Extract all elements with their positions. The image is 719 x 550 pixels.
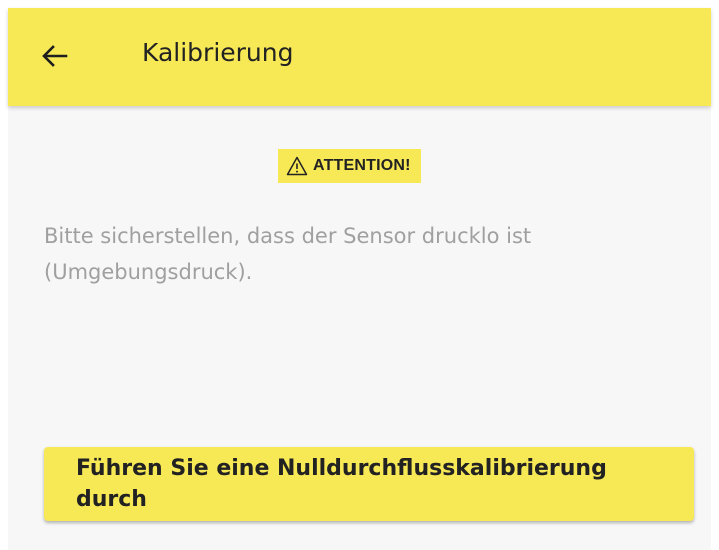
app-bar: Kalibrierung — [8, 8, 711, 106]
calibration-screen: Kalibrierung ATTENTION! Bitte sicherstel… — [8, 8, 711, 550]
attention-label: ATTENTION! — [313, 157, 411, 174]
zero-flow-calibration-button-label: Führen Sie eine Nulldurchflusskalibrieru… — [76, 456, 607, 512]
instruction-text: Bitte sicherstellen, dass der Sensor dru… — [44, 224, 532, 284]
attention-badge: ATTENTION! — [278, 149, 421, 183]
arrow-left-icon[interactable] — [40, 41, 70, 71]
warning-triangle-icon — [286, 156, 308, 176]
zero-flow-calibration-button[interactable]: Führen Sie eine Nulldurchflusskalibrieru… — [44, 447, 694, 521]
page-title: Kalibrierung — [142, 38, 294, 67]
